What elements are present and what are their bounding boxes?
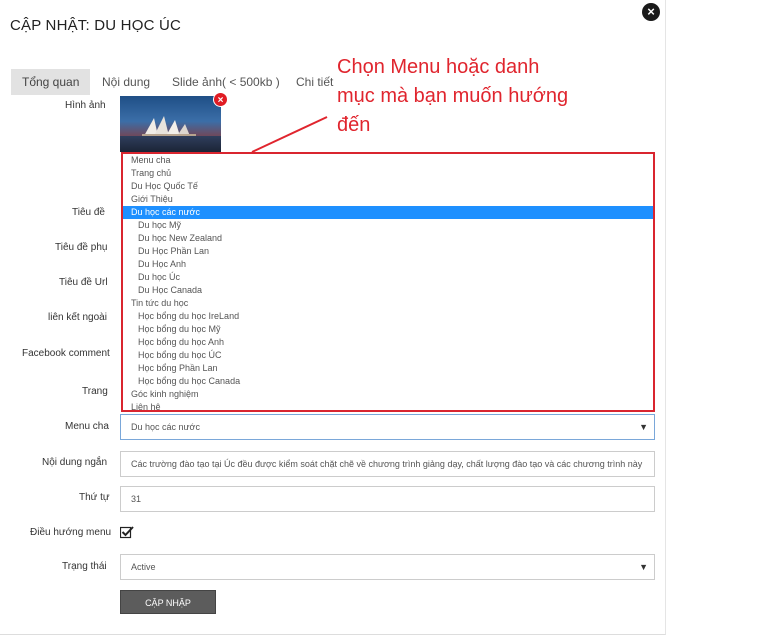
tab-details[interactable]: Chi tiết bbox=[296, 69, 333, 95]
chevron-down-icon: ▼ bbox=[639, 562, 648, 572]
parent-menu-select[interactable]: Du học các nước ▼ bbox=[120, 414, 655, 440]
dropdown-option[interactable]: Giới Thiệu bbox=[123, 193, 653, 206]
label-menu-navigation: Điều hướng menu bbox=[30, 527, 112, 538]
close-icon[interactable]: × bbox=[642, 3, 660, 21]
dropdown-option[interactable]: Tin tức du học bbox=[123, 297, 653, 310]
status-value: Active bbox=[131, 562, 156, 572]
modal-title: CẬP NHẬT: DU HỌC ÚC bbox=[10, 17, 182, 34]
opera-house-image bbox=[142, 116, 196, 136]
short-content-input[interactable]: Các trường đào tạo tại Úc đều được kiểm … bbox=[120, 451, 655, 477]
label-subtitle: Tiêu đề phụ bbox=[55, 242, 108, 253]
label-page: Trang bbox=[82, 386, 108, 397]
parent-menu-value: Du học các nước bbox=[131, 422, 200, 432]
tab-slide-images[interactable]: Slide ảnh( < 500kb ) bbox=[172, 69, 280, 95]
label-facebook-comment: Facebook comment bbox=[22, 348, 110, 359]
label-external-link: liên kết ngoài bbox=[48, 312, 107, 323]
dropdown-option[interactable]: Trang chủ bbox=[123, 167, 653, 180]
label-status: Trạng thái bbox=[62, 561, 107, 572]
check-icon bbox=[119, 526, 134, 539]
dropdown-option[interactable]: Du Học Quốc Tế bbox=[123, 180, 653, 193]
label-title: Tiêu đề bbox=[72, 207, 105, 218]
dropdown-option[interactable]: Du Học Phần Lan bbox=[123, 245, 653, 258]
dropdown-option[interactable]: Du Học Anh bbox=[123, 258, 653, 271]
order-input[interactable]: 31 bbox=[120, 486, 655, 512]
remove-image-icon[interactable]: × bbox=[213, 92, 228, 107]
dropdown-option[interactable]: Học bổng du học Canada bbox=[123, 375, 653, 388]
dropdown-option[interactable]: Du học Mỹ bbox=[123, 219, 653, 232]
tab-content[interactable]: Nội dung bbox=[102, 69, 150, 95]
label-url-title: Tiêu đề Url bbox=[59, 277, 108, 288]
water-reflection bbox=[120, 136, 221, 152]
dropdown-option[interactable]: Học bổng Phần Lan bbox=[123, 362, 653, 375]
label-short-content: Nội dung ngắn bbox=[42, 457, 108, 468]
status-select[interactable]: Active ▼ bbox=[120, 554, 655, 580]
dropdown-option[interactable]: Học bổng du học Mỹ bbox=[123, 323, 653, 336]
dropdown-option[interactable]: Góc kinh nghiệm bbox=[123, 388, 653, 401]
label-image: Hình ảnh bbox=[65, 100, 106, 111]
tab-overview[interactable]: Tổng quan bbox=[11, 69, 91, 95]
menu-dropdown-list[interactable]: Menu cha Trang chủ Du Học Quốc Tế Giới Thiệ… bbox=[121, 152, 655, 412]
label-order: Thứ tự bbox=[79, 492, 110, 503]
chevron-down-icon: ▼ bbox=[639, 422, 648, 432]
dropdown-option[interactable]: Học bổng du học Anh bbox=[123, 336, 653, 349]
dropdown-option[interactable]: Học bổng du học IreLand bbox=[123, 310, 653, 323]
dropdown-option[interactable]: Du học các nước bbox=[123, 206, 653, 219]
menu-navigation-checkbox[interactable] bbox=[119, 525, 134, 539]
dropdown-option[interactable]: Du Học Canada bbox=[123, 284, 653, 297]
dropdown-option[interactable]: Liên hệ bbox=[123, 401, 653, 410]
image-thumbnail[interactable] bbox=[120, 96, 221, 152]
label-parent-menu: Menu cha bbox=[65, 421, 109, 432]
dropdown-option[interactable]: Du học Úc bbox=[123, 271, 653, 284]
dropdown-option[interactable]: Menu cha bbox=[123, 154, 653, 167]
update-button[interactable]: CẬP NHẬP bbox=[120, 590, 216, 614]
dropdown-option[interactable]: Du học New Zealand bbox=[123, 232, 653, 245]
callout-annotation: Chọn Menu hoặc danh mục mà bạn muốn hướn… bbox=[337, 56, 569, 136]
dropdown-option[interactable]: Học bổng du học ÚC bbox=[123, 349, 653, 362]
